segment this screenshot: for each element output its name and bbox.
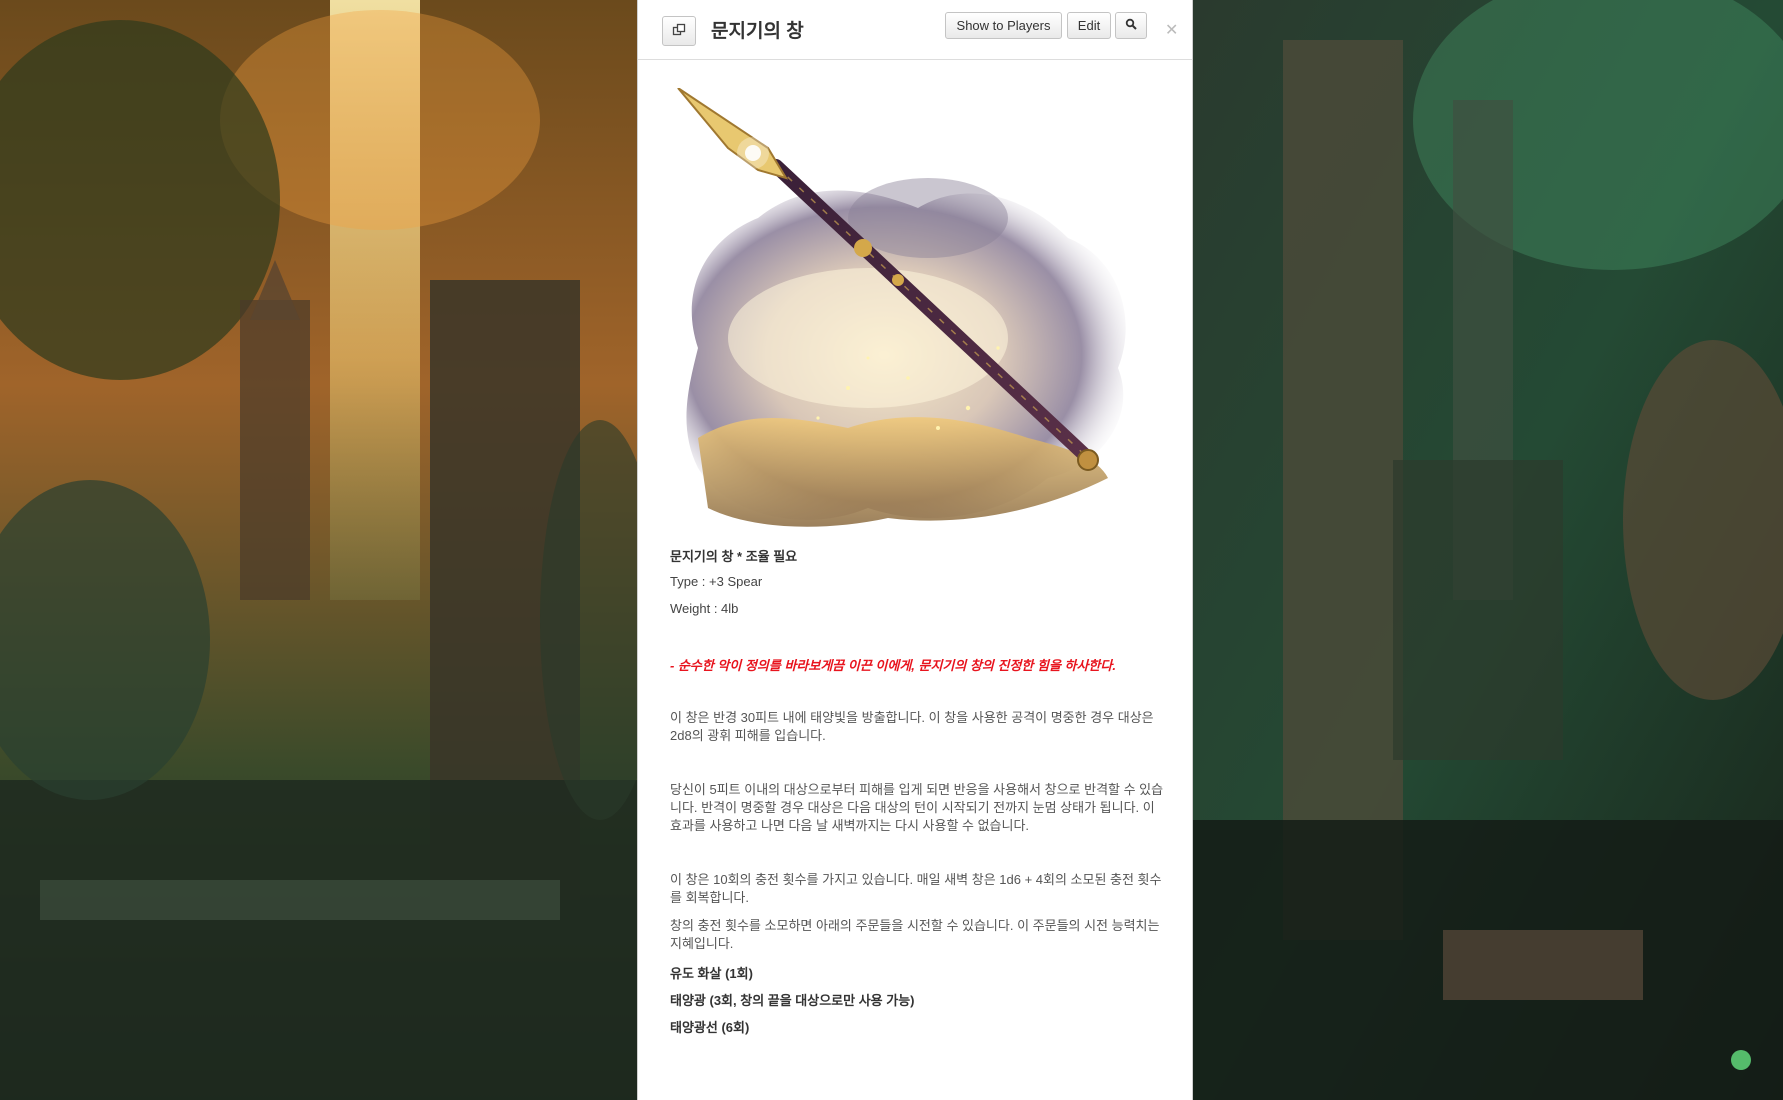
item-weight-line: Weight : 4lb bbox=[670, 601, 739, 616]
page-title: 문지기의 창 bbox=[711, 21, 804, 42]
item-paragraph-1: 이 창은 반경 30피트 내에 태양빛을 방출합니다. 이 창을 사용한 공격이… bbox=[670, 710, 1154, 743]
search-button[interactable] bbox=[1115, 12, 1147, 39]
spell-item: 태양광선 (6회) bbox=[670, 1020, 750, 1035]
spear-artwork bbox=[668, 87, 1156, 534]
item-paragraph-3: 이 창은 10회의 충전 횟수를 가지고 있습니다. 매일 새벽 창은 1d6 … bbox=[670, 872, 1162, 905]
copy-icon bbox=[672, 23, 686, 40]
item-name-line: 문지기의 창 * 조율 필요 bbox=[670, 549, 798, 564]
spell-item: 태양광 (3회, 창의 끝을 대상으로만 사용 가능) bbox=[670, 993, 915, 1008]
item-type-line: Type : +3 Spear bbox=[670, 574, 763, 589]
close-icon[interactable]: ✕ bbox=[1165, 20, 1178, 40]
item-paragraph-2: 당신이 5피트 이내의 대상으로부터 피해를 입게 되면 반응을 사용해서 창으… bbox=[670, 782, 1164, 833]
spell-item: 유도 화살 (1회) bbox=[670, 966, 753, 981]
search-icon bbox=[1125, 18, 1137, 33]
show-to-players-button[interactable]: Show to Players bbox=[945, 12, 1062, 39]
background-art-right bbox=[1193, 0, 1783, 1100]
copy-button[interactable] bbox=[662, 16, 696, 46]
background-art-left bbox=[0, 0, 660, 1100]
item-quote: - 순수한 악이 정의를 바라보게끔 이끈 이에게, 문지기의 창의 진정한 힘… bbox=[670, 658, 1116, 673]
item-paragraph-4: 창의 충전 횟수를 소모하면 아래의 주문들을 시전할 수 있습니다. 이 주문… bbox=[670, 918, 1160, 951]
edit-button[interactable]: Edit bbox=[1067, 12, 1111, 39]
handout-panel: 문지기의 창 Show to Players Edit ✕ 문지기의 창 * 조… bbox=[637, 0, 1193, 1100]
panel-header: 문지기의 창 Show to Players Edit ✕ bbox=[638, 0, 1192, 60]
